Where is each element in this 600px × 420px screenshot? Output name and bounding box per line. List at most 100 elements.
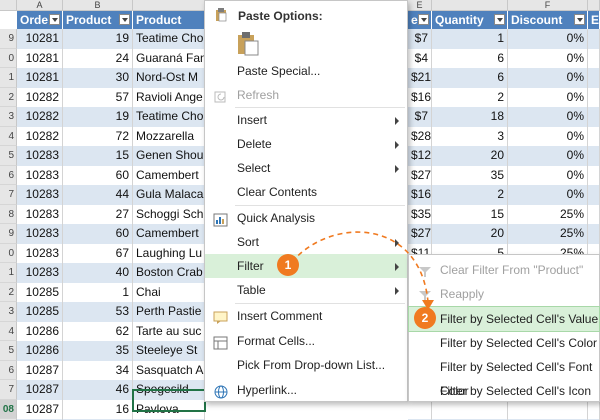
cell-product[interactable]: Laughing Lu — [133, 243, 205, 263]
cell-order[interactable]: 10281 — [17, 29, 63, 49]
cell-extended[interactable] — [588, 185, 600, 205]
cell-product-id[interactable]: 46 — [63, 380, 133, 400]
filter-dropdown-icon[interactable] — [418, 14, 429, 25]
cell-price[interactable]: $16 — [408, 185, 432, 205]
menu-item-insert[interactable]: Insert — [205, 108, 407, 132]
filter-dropdown-icon[interactable] — [119, 14, 130, 25]
cell-price[interactable]: $7 — [408, 107, 432, 127]
cell-order[interactable]: 10281 — [17, 68, 63, 88]
header-price[interactable]: e — [408, 11, 432, 29]
cell-extended[interactable] — [588, 204, 600, 224]
cell-order[interactable]: 10283 — [17, 165, 63, 185]
row-header[interactable]: 0 — [0, 48, 17, 68]
cell-quantity[interactable]: 20 — [432, 146, 508, 166]
cell-product[interactable]: Steeleye St — [133, 341, 205, 361]
menu-item-refresh[interactable]: Refresh — [205, 83, 407, 107]
cell-discount[interactable]: 25% — [508, 224, 588, 244]
cell-discount[interactable]: 0% — [508, 146, 588, 166]
cell-product[interactable]: Sasquatch A — [133, 360, 205, 380]
cell-extended[interactable] — [588, 126, 600, 146]
column-letter-c[interactable] — [133, 0, 205, 11]
menu-item-paste-special[interactable]: Paste Special... — [205, 59, 407, 83]
cell-product-id[interactable]: 57 — [63, 87, 133, 107]
cell-discount[interactable]: 0% — [508, 185, 588, 205]
row-header[interactable]: 5 — [0, 341, 17, 361]
cell-order[interactable]: 10283 — [17, 243, 63, 263]
filter-dropdown-icon[interactable] — [574, 14, 585, 25]
cell-extended[interactable] — [588, 87, 600, 107]
cell-product-id[interactable]: 15 — [63, 146, 133, 166]
cell-product[interactable]: Tarte au suc — [133, 321, 205, 341]
column-letter-a[interactable]: A — [17, 0, 63, 11]
row-header[interactable]: 6 — [0, 165, 17, 185]
cell-product-id[interactable]: 30 — [63, 68, 133, 88]
row-header[interactable]: 1 — [0, 263, 17, 283]
cell-price[interactable]: $12 — [408, 146, 432, 166]
cell-order[interactable]: 10286 — [17, 341, 63, 361]
cell-price[interactable]: $7 — [408, 29, 432, 49]
cell-quantity[interactable]: 35 — [432, 165, 508, 185]
cell-product-id[interactable]: 16 — [63, 399, 133, 419]
menu-item-clear-contents[interactable]: Clear Contents — [205, 180, 407, 204]
cell-order[interactable]: 10283 — [17, 146, 63, 166]
row-header[interactable]: 4 — [0, 321, 17, 341]
cell-product[interactable]: Teatime Cho — [133, 29, 205, 49]
cell-product-id[interactable]: 35 — [63, 341, 133, 361]
menu-item-delete[interactable]: Delete — [205, 132, 407, 156]
paste-button-icon[interactable] — [437, 33, 461, 57]
cell-product-id[interactable]: 24 — [63, 48, 133, 68]
cell-product-id[interactable]: 72 — [63, 126, 133, 146]
row-header[interactable]: 7 — [0, 185, 17, 205]
header-product-id[interactable]: Product — [63, 11, 133, 29]
cell-extended[interactable] — [588, 29, 600, 49]
column-letter-g[interactable] — [588, 0, 600, 11]
cell-price[interactable]: $4 — [408, 48, 432, 68]
header-product[interactable]: Product — [133, 11, 205, 29]
cell-quantity[interactable]: 3 — [432, 126, 508, 146]
cell-extended[interactable] — [588, 224, 600, 244]
header-order[interactable]: Orde — [17, 11, 63, 29]
row-header[interactable]: 9 — [0, 224, 17, 244]
submenu-item-4[interactable]: Filter by Selected Cell's Font Color — [409, 355, 599, 398]
menu-item-format-cells[interactable]: Format Cells... — [205, 329, 407, 353]
header-extended[interactable]: Ex — [588, 11, 600, 29]
cell-discount[interactable]: 0% — [508, 48, 588, 68]
cell-product-id[interactable]: 62 — [63, 321, 133, 341]
cell-discount[interactable]: 0% — [508, 165, 588, 185]
cell-product[interactable]: Gula Malaca — [133, 185, 205, 205]
cell-order[interactable]: 10282 — [17, 126, 63, 146]
filter-dropdown-icon[interactable] — [49, 14, 60, 25]
cell-price[interactable]: $27 — [408, 165, 432, 185]
row-header[interactable]: 3 — [0, 107, 17, 127]
cell-product[interactable]: Perth Pastie — [133, 302, 205, 322]
cell-extended[interactable] — [588, 146, 600, 166]
menu-item-pick-from-drop-down-list[interactable]: Pick From Drop-down List... — [205, 353, 407, 377]
cell-product-id[interactable]: 60 — [63, 224, 133, 244]
row-header[interactable]: 5 — [0, 146, 17, 166]
cell-quantity[interactable]: 18 — [432, 107, 508, 127]
cell-price[interactable]: $28 — [408, 126, 432, 146]
header-quantity[interactable]: Quantity — [432, 11, 508, 29]
row-header[interactable]: 7 — [0, 380, 17, 400]
cell-product[interactable]: Chai — [133, 282, 205, 302]
cell-product-id[interactable]: 27 — [63, 204, 133, 224]
cell-product[interactable]: Schoggi Sch — [133, 204, 205, 224]
row-header[interactable]: 2 — [0, 282, 17, 302]
cell-product-id[interactable]: 67 — [63, 243, 133, 263]
filter-dropdown-icon[interactable] — [494, 14, 505, 25]
column-letter-e2[interactable] — [432, 0, 508, 11]
cell-product-id[interactable]: 40 — [63, 263, 133, 283]
cell-product[interactable]: Nord-Ost M — [133, 68, 205, 88]
cell-order[interactable]: 10282 — [17, 107, 63, 127]
column-letter-e[interactable]: E — [408, 0, 432, 11]
row-header[interactable]: 6 — [0, 360, 17, 380]
cell-order[interactable]: 10286 — [17, 321, 63, 341]
row-header[interactable]: 2 — [0, 87, 17, 107]
corner-cell[interactable] — [0, 0, 17, 11]
cell-quantity[interactable]: 2 — [432, 185, 508, 205]
submenu-item-3[interactable]: Filter by Selected Cell's Color — [409, 331, 599, 355]
cell-product-id[interactable]: 60 — [63, 165, 133, 185]
cell-product[interactable]: Boston Crab — [133, 263, 205, 283]
row-header[interactable]: 4 — [0, 126, 17, 146]
cell-product-id[interactable]: 44 — [63, 185, 133, 205]
